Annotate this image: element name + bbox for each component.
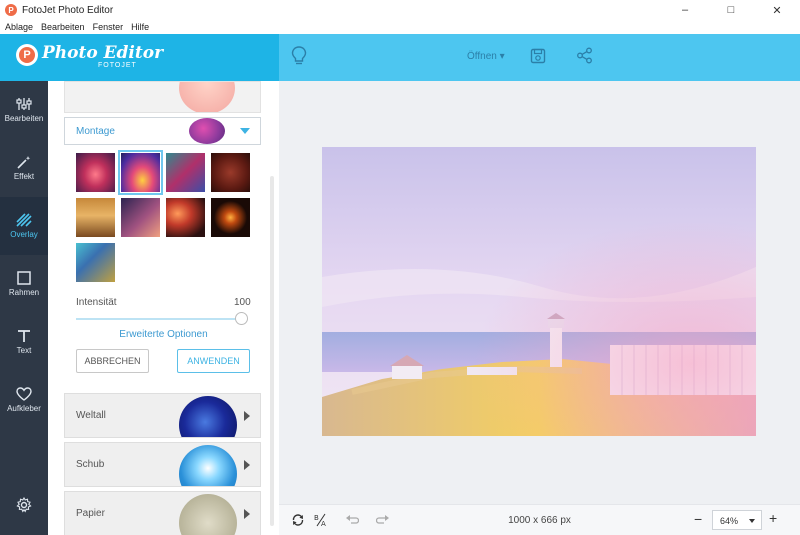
overlay-thumbnail[interactable] — [76, 153, 115, 192]
sliders-icon — [16, 98, 32, 110]
menu-bearbeiten[interactable]: Bearbeiten — [41, 22, 85, 32]
save-icon[interactable] — [530, 48, 546, 64]
share-icon[interactable] — [576, 47, 593, 64]
app-icon: P — [5, 4, 17, 16]
apply-button[interactable]: ANWENDEN — [177, 349, 250, 373]
category-papier-preview — [179, 494, 237, 535]
lightbulb-icon[interactable] — [291, 46, 307, 66]
close-button[interactable]: ✕ — [754, 0, 800, 20]
open-button[interactable]: Öffnen ▾ — [467, 51, 505, 62]
chevron-down-icon — [240, 128, 250, 134]
previous-category-preview — [179, 82, 235, 112]
category-papier-label: Papier — [76, 508, 105, 519]
chevron-right-icon — [244, 509, 250, 519]
category-weltall-preview — [179, 396, 237, 437]
category-weltall-label: Weltall — [76, 410, 106, 421]
left-sidebar: Bearbeiten Effekt Overlay Rahmen Text Au… — [0, 81, 54, 535]
category-papier[interactable]: Papier — [64, 491, 261, 535]
chevron-right-icon — [244, 460, 250, 470]
overlay-thumbnail[interactable] — [211, 198, 250, 237]
category-schub[interactable]: Schub — [64, 442, 261, 487]
overlay-thumbnail[interactable] — [166, 153, 205, 192]
logo-title: Photo Editor — [42, 43, 164, 63]
menu-ablage[interactable]: Ablage — [5, 22, 33, 32]
overlay-thumbnail[interactable] — [118, 150, 163, 195]
overlay-stripes-icon — [16, 213, 32, 227]
minimize-button[interactable]: – — [662, 0, 708, 20]
bottom-status-bar: B A 1000 x 666 px − 64% + — [279, 504, 800, 535]
frame-icon — [17, 271, 31, 285]
menu-fenster[interactable]: Fenster — [93, 22, 124, 32]
category-montage-header[interactable]: Montage — [64, 117, 261, 145]
magic-wand-icon — [17, 156, 31, 169]
category-montage-label: Montage — [76, 126, 115, 137]
previous-category-card[interactable] — [64, 81, 261, 113]
window-controls: – □ ✕ — [662, 0, 800, 20]
edited-photo[interactable] — [322, 147, 756, 436]
title-bar: P FotoJet Photo Editor – □ ✕ — [0, 0, 800, 20]
window-title: FotoJet Photo Editor — [22, 4, 114, 16]
zoom-out-button[interactable]: − — [694, 511, 702, 527]
sidebar-label-bearbeiten: Bearbeiten — [4, 114, 44, 123]
panel-scrollbar[interactable] — [270, 176, 274, 526]
overlay-thumbnail[interactable] — [211, 153, 250, 192]
chevron-down-icon — [749, 519, 755, 523]
category-weltall[interactable]: Weltall — [64, 393, 261, 438]
zoom-value: 64% — [720, 516, 739, 526]
overlay-thumbnail[interactable] — [121, 198, 160, 237]
sidebar-label-rahmen: Rahmen — [8, 288, 40, 297]
sidebar-item-aufkleber[interactable]: Aufkleber — [0, 371, 48, 429]
intensity-slider-track[interactable] — [76, 318, 242, 320]
intensity-slider-handle[interactable] — [235, 312, 248, 325]
overlay-thumbnail[interactable] — [166, 198, 205, 237]
sidebar-label-text: Text — [16, 346, 32, 355]
maximize-button[interactable]: □ — [708, 0, 754, 20]
overlay-panel: Montage Intensität 100 Erweiterte Option… — [48, 81, 279, 535]
category-schub-label: Schub — [76, 459, 105, 470]
intensity-value: 100 — [234, 297, 251, 308]
sidebar-label-overlay: Overlay — [10, 230, 38, 239]
canvas-area — [279, 81, 800, 504]
chevron-right-icon — [244, 411, 250, 421]
sidebar-item-rahmen[interactable]: Rahmen — [0, 255, 48, 313]
menu-bar: Ablage Bearbeiten Fenster Hilfe — [0, 20, 800, 34]
category-schub-preview — [179, 445, 237, 486]
settings-gear-icon[interactable] — [16, 497, 32, 513]
menu-hilfe[interactable]: Hilfe — [131, 22, 149, 32]
logo-subtitle: FOTOJET — [98, 62, 137, 69]
sidebar-label-aufkleber: Aufkleber — [7, 404, 41, 413]
cancel-button[interactable]: ABBRECHEN — [76, 349, 149, 373]
sidebar-item-text[interactable]: Text — [0, 313, 48, 371]
zoom-in-button[interactable]: + — [769, 510, 777, 526]
sidebar-item-effekt[interactable]: Effekt — [0, 139, 48, 197]
heart-icon — [16, 387, 32, 401]
overlay-thumbnail[interactable] — [76, 198, 115, 237]
advanced-options-link[interactable]: Erweiterte Optionen — [48, 329, 279, 340]
app-header-logo: P Photo Editor FOTOJET — [0, 34, 279, 81]
text-icon — [18, 330, 30, 342]
zoom-select[interactable]: 64% — [712, 510, 762, 530]
overlay-thumbnail[interactable] — [76, 243, 115, 282]
intensity-label: Intensität — [76, 297, 117, 308]
sidebar-label-effekt: Effekt — [13, 172, 35, 181]
sidebar-item-bearbeiten[interactable]: Bearbeiten — [0, 81, 48, 139]
sidebar-item-overlay[interactable]: Overlay — [0, 197, 54, 255]
top-toolbar: Öffnen ▾ — [279, 34, 800, 81]
montage-preview — [189, 118, 225, 144]
fotojet-logo-icon: P — [16, 44, 38, 66]
